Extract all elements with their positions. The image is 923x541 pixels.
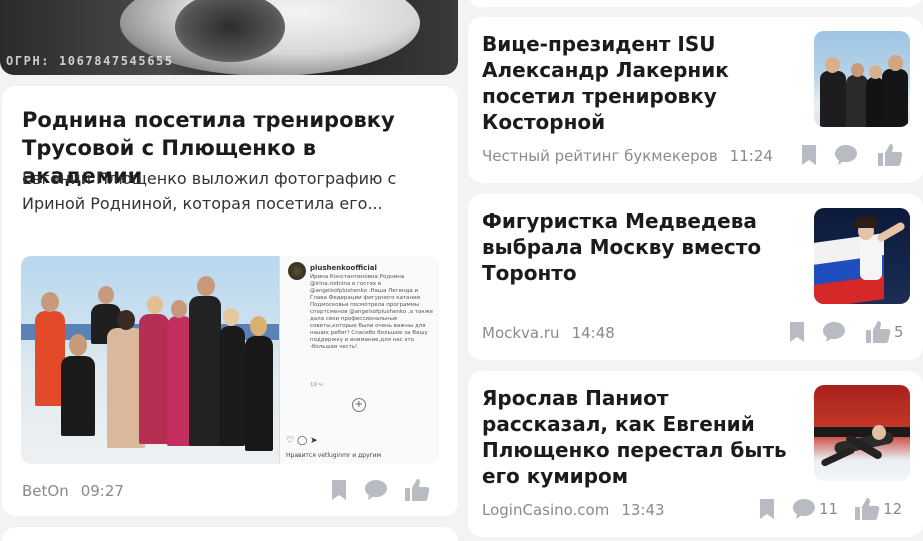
ogrn-watermark: ОГРН: 1067847545655: [6, 54, 174, 68]
article-title[interactable]: Фигуристка Медведева выбрала Москву вмес…: [482, 208, 800, 286]
insta-actions: ♡◯➤: [286, 436, 321, 446]
right-top-card[interactable]: [468, 0, 923, 7]
comment-button[interactable]: [822, 321, 849, 343]
next-card[interactable]: [2, 527, 458, 541]
like-count: 12: [883, 500, 903, 518]
bookmark-icon: [802, 145, 816, 165]
article-thumbnail[interactable]: [814, 31, 910, 127]
right-article-card[interactable]: Фигуристка Медведева выбрала Москву вмес…: [468, 194, 923, 360]
article-actions: [800, 143, 906, 167]
article-photo: ОГРН: 1067847545655: [0, 0, 458, 75]
like-button[interactable]: 5: [865, 320, 904, 344]
article-meta: Mockva.ru 14:48: [482, 324, 615, 342]
like-button[interactable]: 12: [854, 497, 902, 521]
thumbs-up-icon: [866, 321, 891, 343]
main-article-card[interactable]: Роднина посетила тренировку Трусовой с П…: [2, 86, 458, 516]
comment-button[interactable]: [364, 479, 388, 501]
insta-username: plushenkoofficial: [310, 264, 377, 272]
article-actions: 5: [788, 320, 904, 344]
plus-icon: +: [352, 398, 366, 412]
article-time: 14:48: [571, 324, 615, 342]
comment-icon: [823, 322, 845, 342]
article-source[interactable]: LoginCasino.com: [482, 501, 609, 519]
article-meta: BetOn 09:27: [22, 482, 124, 500]
instagram-screenshot: plushenkoofficial Ирина Константиновна Р…: [279, 256, 439, 464]
comment-icon: [835, 145, 857, 165]
article-time: 11:24: [729, 147, 773, 165]
thumbs-up-icon: [405, 479, 430, 501]
bookmark-icon: [790, 322, 804, 342]
article-title[interactable]: Ярослав Паниот рассказал, как Евгений Пл…: [482, 385, 800, 489]
comment-button[interactable]: [834, 144, 861, 166]
article-image[interactable]: plushenkoofficial Ирина Константиновна Р…: [21, 256, 439, 464]
bookmark-icon: [760, 499, 774, 519]
article-thumbnail[interactable]: [814, 385, 910, 481]
article-title[interactable]: Вице-президент ISU Александр Лакерник по…: [482, 31, 800, 135]
article-source[interactable]: Честный рейтинг букмекеров: [482, 147, 718, 165]
article-meta: LoginCasino.com 13:43: [482, 501, 665, 519]
comment-icon: [365, 480, 387, 500]
insta-time: 10 ч.: [310, 382, 324, 388]
article-thumbnail[interactable]: [814, 208, 910, 304]
article-snippet: Евгений Плющенко выложил фотографию с Ир…: [22, 169, 397, 213]
like-button[interactable]: [404, 478, 433, 502]
top-left-card[interactable]: ОГРН: 1067847545655: [0, 0, 458, 75]
rink-photo: [21, 256, 279, 464]
insta-caption: Ирина Константиновна Роднина @irina.rodn…: [310, 274, 434, 350]
bookmark-button[interactable]: [800, 144, 818, 166]
bookmark-button[interactable]: [330, 479, 348, 501]
right-article-card[interactable]: Вице-президент ISU Александр Лакерник по…: [468, 17, 923, 183]
article-actions: 11 12: [758, 497, 902, 521]
comment-icon: [793, 499, 815, 519]
article-actions: [330, 478, 433, 502]
like-button[interactable]: [877, 143, 906, 167]
comment-button[interactable]: 11: [792, 498, 838, 520]
article-source[interactable]: Mockva.ru: [482, 324, 560, 342]
article-time: 13:43: [621, 501, 665, 519]
article-time: 09:27: [80, 482, 124, 500]
insta-likes: Нравится vetluginmr и другим: [286, 452, 382, 459]
article-source[interactable]: BetOn: [22, 482, 69, 500]
article-meta: Честный рейтинг букмекеров 11:24: [482, 147, 773, 165]
right-article-card[interactable]: Ярослав Паниот рассказал, как Евгений Пл…: [468, 371, 923, 537]
insta-avatar: [288, 262, 306, 280]
bookmark-icon: [332, 480, 346, 500]
like-count: 5: [894, 323, 904, 341]
bookmark-button[interactable]: [788, 321, 806, 343]
thumbs-up-icon: [878, 144, 903, 166]
thumbs-up-icon: [855, 498, 880, 520]
comment-count: 11: [819, 500, 839, 518]
bookmark-button[interactable]: [758, 498, 776, 520]
